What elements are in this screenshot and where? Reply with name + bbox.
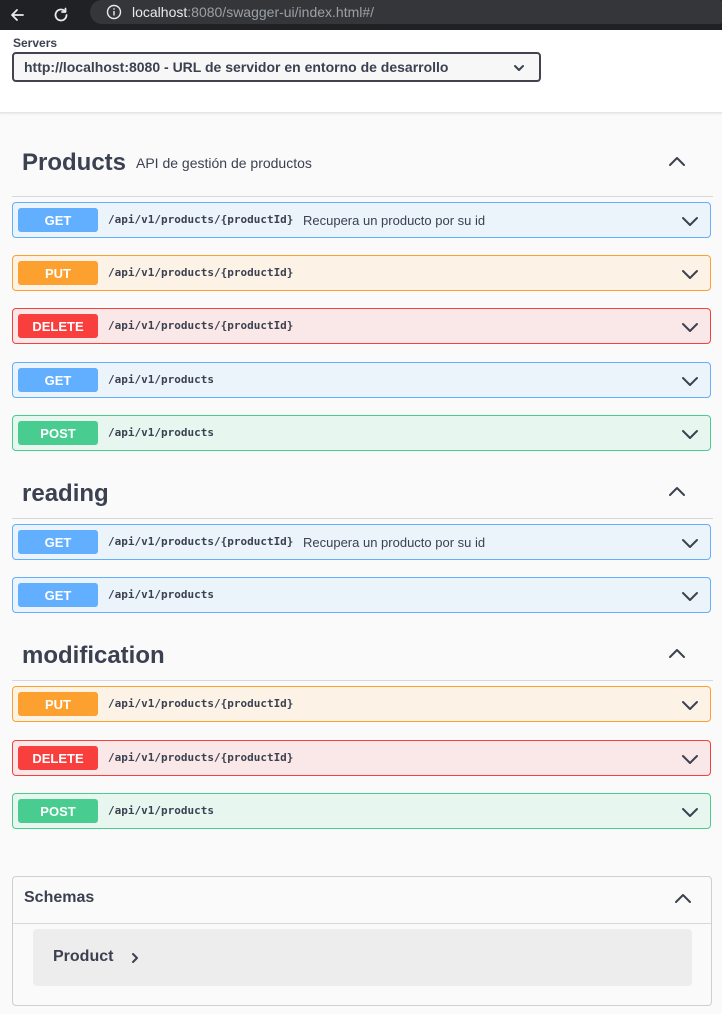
operation-path: /api/v1/products/{productId} [108, 697, 294, 710]
chevron-down-icon[interactable] [680, 749, 700, 769]
tag-title: Products [22, 149, 127, 176]
tag-title: reading [22, 480, 109, 507]
servers-panel: Servers http://localhost:8080 - URL de s… [0, 30, 722, 113]
method-badge: PUT [18, 261, 98, 285]
schemas-title: Schemas [24, 889, 95, 906]
chevron-down-icon[interactable] [680, 802, 700, 822]
operation-path: /api/v1/products [108, 426, 214, 439]
operation-path: /api/v1/products/{productId} [108, 266, 294, 279]
operation-post-product[interactable]: POST /api/v1/products [12, 793, 711, 829]
tag-section-products[interactable]: Products API de gestión de productos [12, 138, 713, 197]
operation-put-product[interactable]: PUT /api/v1/products/{productId} [12, 255, 711, 291]
servers-label: Servers [13, 36, 58, 50]
schemas-header[interactable]: Schemas [13, 877, 711, 924]
chevron-down-icon[interactable] [680, 264, 700, 284]
operation-path: /api/v1/products/{productId} [108, 319, 294, 332]
chevron-up-icon[interactable] [673, 889, 693, 909]
operation-summary: Recupera un producto por su id [303, 213, 486, 228]
operation-get-product-by-id[interactable]: GET /api/v1/products/{productId} Recuper… [12, 524, 711, 560]
servers-select[interactable]: http://localhost:8080 - URL de servidor … [12, 52, 541, 82]
browser-toolbar: localhost:8080/swagger-ui/index.html#/ [0, 0, 722, 30]
operation-delete-product[interactable]: DELETE /api/v1/products/{productId} [12, 308, 711, 344]
chevron-down-icon[interactable] [680, 371, 700, 391]
method-badge: GET [18, 583, 98, 607]
operation-path: /api/v1/products/{productId} [108, 751, 294, 764]
chevron-down-icon[interactable] [680, 586, 700, 606]
chevron-down-icon[interactable] [680, 533, 700, 553]
chevron-up-icon[interactable] [667, 644, 687, 664]
tag-section-modification[interactable]: modification [12, 632, 713, 681]
operation-path: /api/v1/products [108, 373, 214, 386]
method-badge: DELETE [18, 314, 98, 338]
operation-path: /api/v1/products [108, 588, 214, 601]
method-badge: POST [18, 421, 98, 445]
chevron-down-icon[interactable] [680, 211, 700, 231]
url-text: localhost:8080/swagger-ui/index.html#/ [132, 4, 374, 20]
info-icon[interactable] [106, 4, 122, 20]
chevron-up-icon[interactable] [667, 152, 687, 172]
schemas-section: Schemas Product [12, 876, 712, 1006]
chevron-right-icon[interactable] [129, 951, 141, 965]
operation-delete-product[interactable]: DELETE /api/v1/products/{productId} [12, 740, 711, 776]
chevron-down-icon[interactable] [680, 424, 700, 444]
chevron-down-icon [513, 61, 525, 73]
method-badge: GET [18, 368, 98, 392]
address-bar[interactable]: localhost:8080/swagger-ui/index.html#/ [90, 0, 722, 24]
url-host: localhost [132, 4, 188, 20]
reload-icon[interactable] [50, 4, 72, 26]
operation-get-products[interactable]: GET /api/v1/products [12, 362, 711, 398]
operation-path: /api/v1/products [108, 804, 214, 817]
model-name: Product [53, 948, 114, 965]
tag-description: API de gestión de productos [136, 155, 312, 171]
method-badge: DELETE [18, 746, 98, 770]
operation-get-products[interactable]: GET /api/v1/products [12, 577, 711, 613]
chevron-up-icon[interactable] [667, 482, 687, 502]
method-badge: GET [18, 530, 98, 554]
operation-path: /api/v1/products/{productId} [108, 535, 294, 548]
operation-path: /api/v1/products/{productId} [108, 213, 294, 226]
method-badge: GET [18, 208, 98, 232]
tag-section-reading[interactable]: reading [12, 470, 713, 519]
url-path: :8080/swagger-ui/index.html#/ [187, 4, 375, 20]
method-badge: PUT [18, 692, 98, 716]
operation-put-product[interactable]: PUT /api/v1/products/{productId} [12, 686, 711, 722]
tag-title: modification [22, 642, 165, 669]
back-icon[interactable] [6, 4, 28, 26]
operation-post-product[interactable]: POST /api/v1/products [12, 415, 711, 451]
method-badge: POST [18, 799, 98, 823]
chevron-down-icon[interactable] [680, 317, 700, 337]
operation-get-product-by-id[interactable]: GET /api/v1/products/{productId} Recuper… [12, 202, 711, 238]
model-product[interactable]: Product [33, 929, 692, 986]
operation-summary: Recupera un producto por su id [303, 535, 486, 550]
chevron-down-icon[interactable] [680, 695, 700, 715]
servers-selected-value: http://localhost:8080 - URL de servidor … [24, 59, 449, 75]
